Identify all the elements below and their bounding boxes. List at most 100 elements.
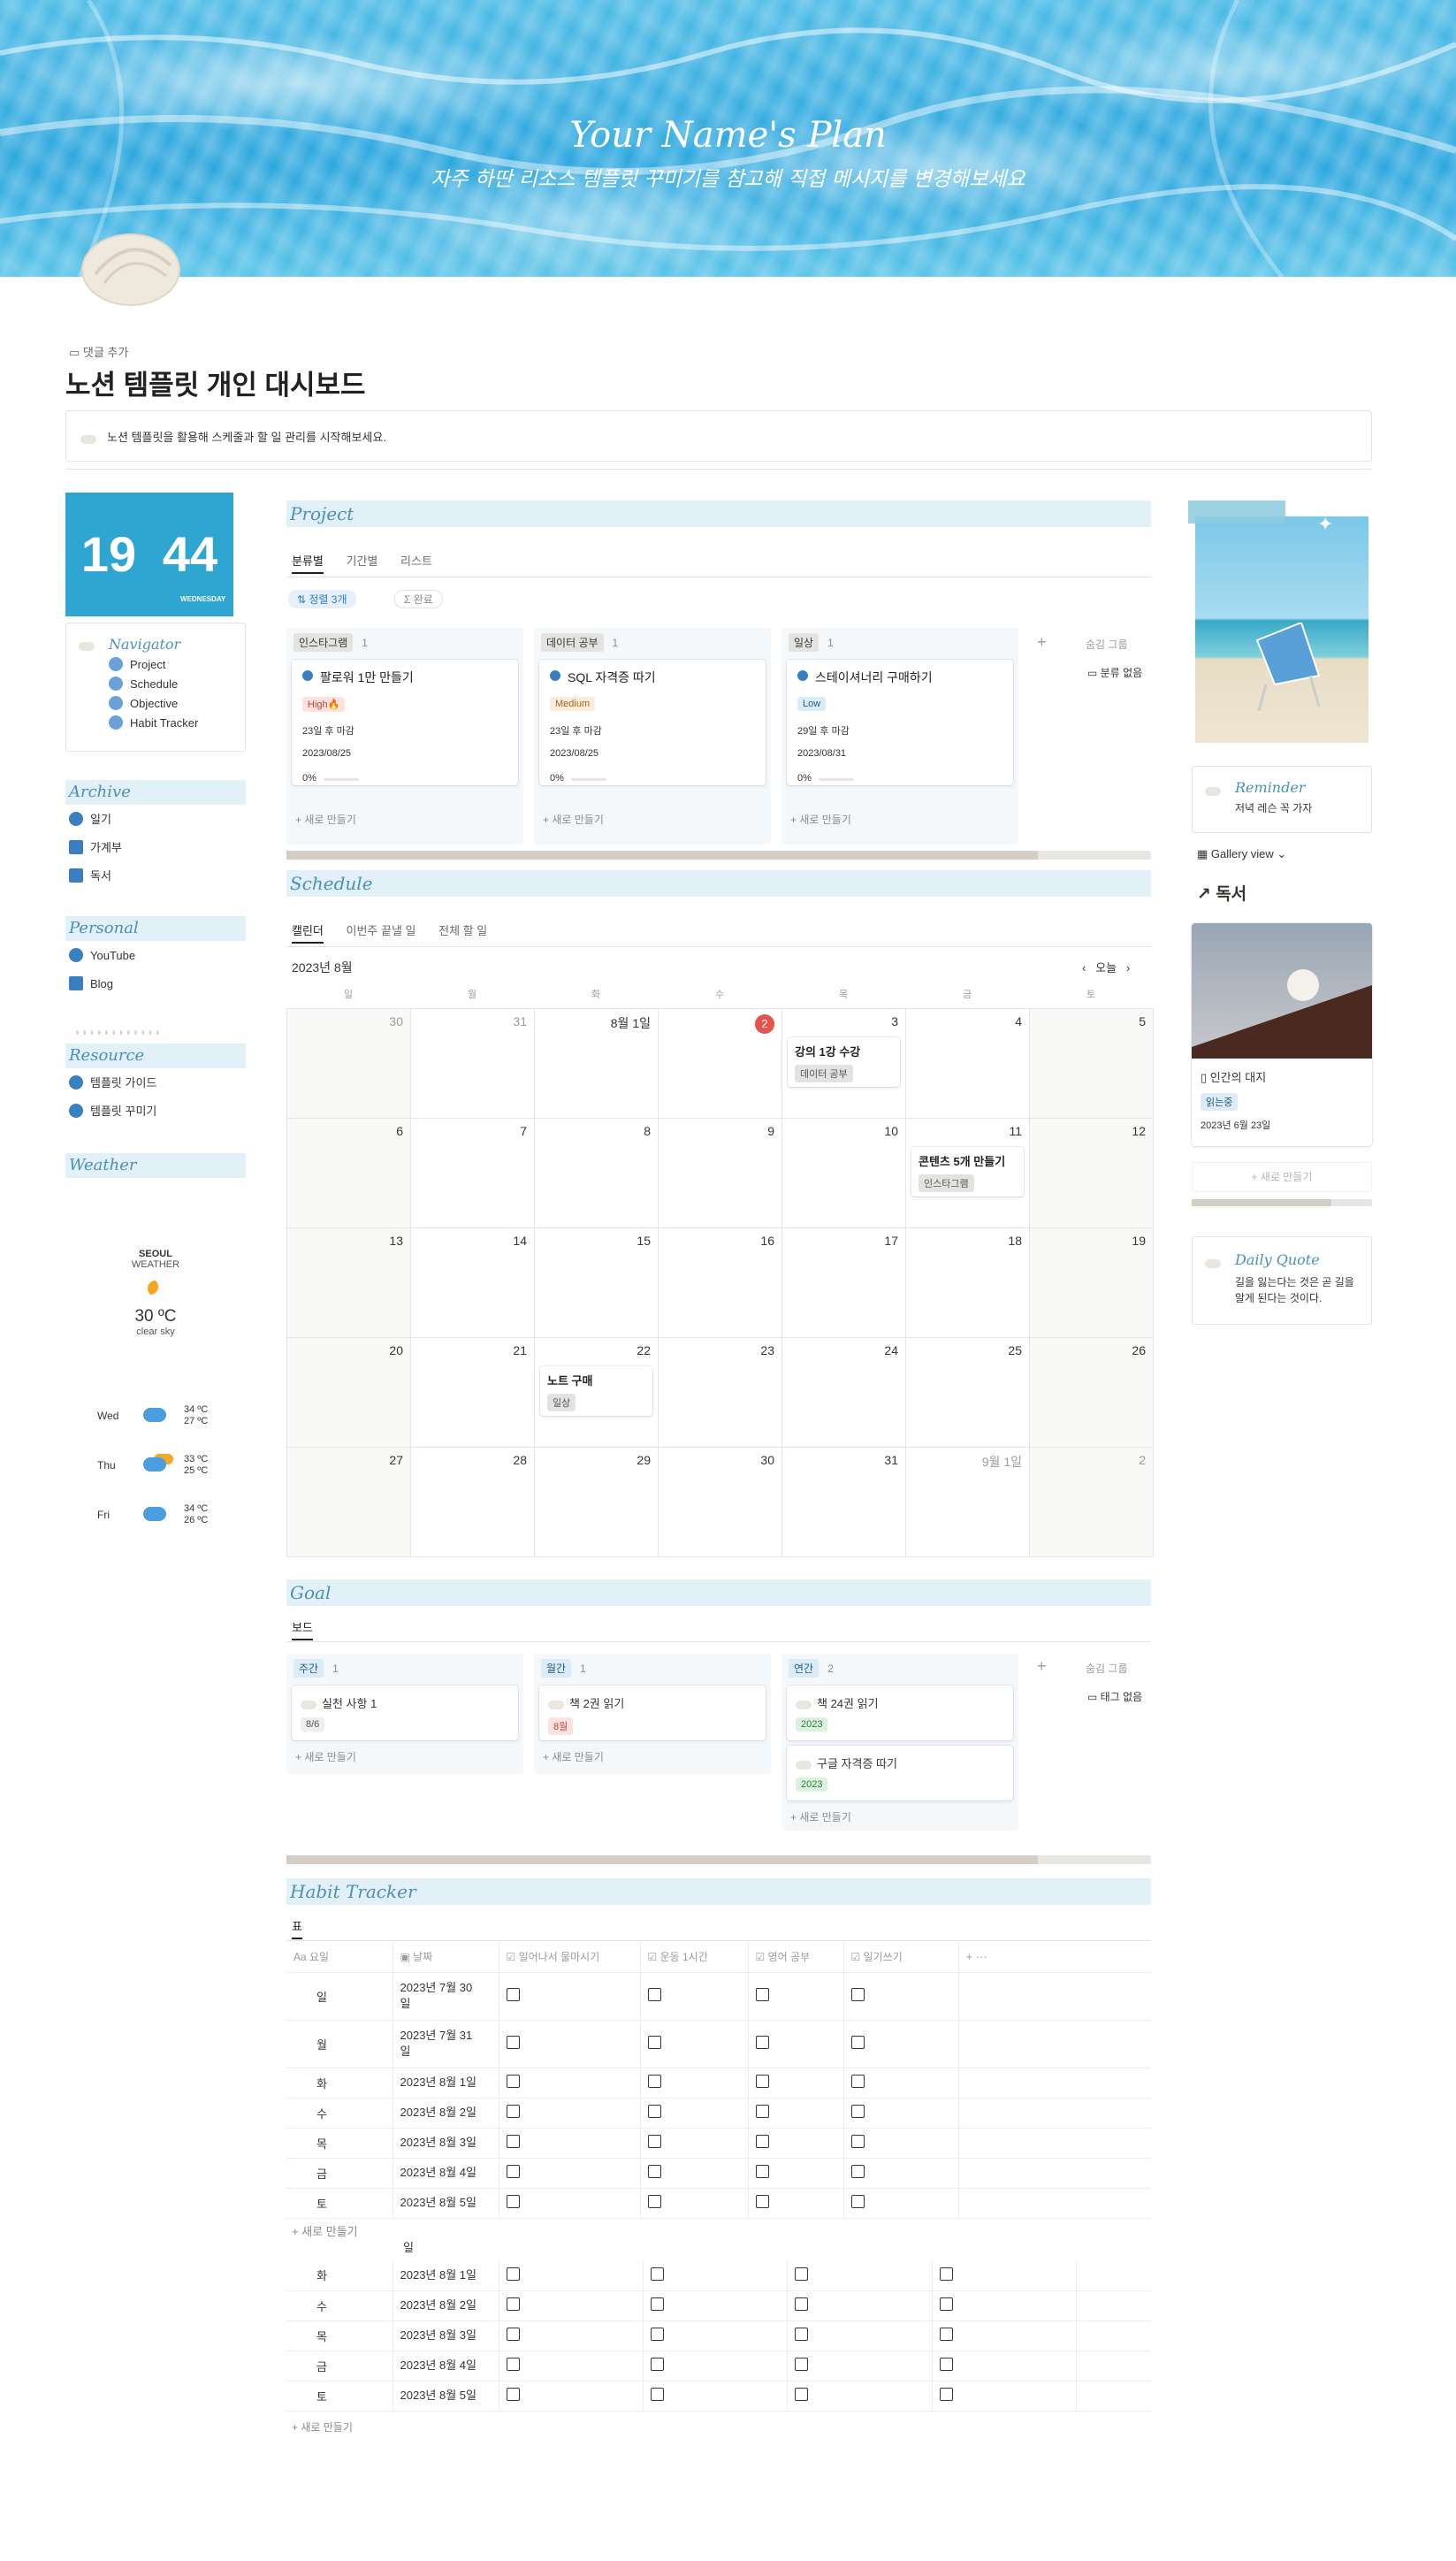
nav-habit-tracker[interactable]: Habit Tracker: [109, 714, 198, 733]
calendar-day[interactable]: 31: [781, 1447, 906, 1557]
checkbox-cell[interactable]: [787, 2260, 933, 2291]
checkbox-cell[interactable]: [499, 2381, 644, 2412]
calendar-day[interactable]: 2: [658, 1008, 782, 1119]
checkbox[interactable]: [755, 2036, 769, 2049]
calendar-day[interactable]: 30: [658, 1447, 782, 1557]
checkbox[interactable]: [939, 2297, 953, 2311]
tab-all-tasks[interactable]: 전체 할 일: [438, 924, 487, 937]
checkbox[interactable]: [650, 2358, 664, 2371]
checkbox[interactable]: [647, 2165, 661, 2178]
new-card-button[interactable]: + 새로 만들기: [790, 1809, 851, 1824]
checkbox[interactable]: [755, 2105, 769, 2118]
checkbox[interactable]: [647, 1988, 661, 2001]
nav-project[interactable]: Project: [109, 655, 165, 675]
checkbox-cell[interactable]: [640, 1972, 749, 2021]
checkbox[interactable]: [755, 2195, 769, 2208]
checkbox-cell[interactable]: [499, 2290, 644, 2321]
checkbox[interactable]: [755, 1988, 769, 2001]
checkbox[interactable]: [647, 2105, 661, 2118]
checkbox[interactable]: [939, 2358, 953, 2371]
calendar-day[interactable]: 14: [410, 1227, 535, 1338]
weekday-cell[interactable]: 수: [286, 2290, 393, 2321]
nav-schedule[interactable]: Schedule: [109, 675, 178, 694]
calendar-day[interactable]: 13: [286, 1227, 411, 1338]
new-card-button[interactable]: + 새로 만들기: [295, 1749, 356, 1764]
checkbox[interactable]: [850, 2105, 865, 2118]
tab-calendar[interactable]: 캘린더: [292, 924, 324, 944]
calendar-day[interactable]: 20: [286, 1337, 411, 1448]
goal-card[interactable]: 책 24권 읽기 2023: [787, 1686, 1013, 1740]
gallery-new-button[interactable]: + 새로 만들기: [1192, 1162, 1372, 1192]
checkbox[interactable]: [506, 2075, 520, 2088]
horizontal-scrollbar[interactable]: [286, 1855, 1151, 1864]
checkbox[interactable]: [850, 2195, 865, 2208]
project-card[interactable]: 팔로워 1만 만들기 High🔥 23일 후 마감 2023/08/25 0%: [292, 660, 518, 785]
checkbox-cell[interactable]: [787, 2290, 933, 2321]
checkbox[interactable]: [647, 2195, 661, 2208]
checkbox[interactable]: [939, 2388, 953, 2401]
calendar-day[interactable]: 4: [905, 1008, 1030, 1119]
checkbox-cell[interactable]: [843, 2188, 959, 2219]
date-cell[interactable]: 2023년 8월 2일: [393, 2098, 499, 2129]
calendar-day[interactable]: 15: [534, 1227, 659, 1338]
checkbox[interactable]: [506, 2135, 520, 2148]
add-group-button[interactable]: +: [1037, 633, 1047, 652]
weekday-cell[interactable]: 일: [286, 1972, 393, 2021]
checkbox-cell[interactable]: [748, 2128, 844, 2159]
next-month-button[interactable]: ›: [1126, 961, 1130, 975]
project-card[interactable]: 스테이셔너리 구매하기 Low 29일 후 마감 2023/08/31 0%: [787, 660, 1013, 785]
weekday-cell[interactable]: 화: [286, 2260, 393, 2291]
calendar-day[interactable]: 18: [905, 1227, 1030, 1338]
column-header[interactable]: ☑ 일어나서 물마시기: [499, 1942, 641, 1973]
checkbox-cell[interactable]: [640, 2128, 749, 2159]
checkbox-cell[interactable]: [499, 2158, 641, 2189]
sort-button[interactable]: ⇅ 정렬 3개: [288, 590, 356, 608]
checkbox[interactable]: [647, 2036, 661, 2049]
calendar-day[interactable]: 2: [1029, 1447, 1154, 1557]
checkbox[interactable]: [850, 2165, 865, 2178]
checkbox-cell[interactable]: [643, 2351, 789, 2381]
column-header[interactable]: ☑ 영어 공부: [748, 1942, 844, 1973]
date-cell[interactable]: 2023년 8월 4일: [393, 2158, 499, 2189]
calendar-day[interactable]: 6: [286, 1118, 411, 1228]
calendar-day[interactable]: 23: [658, 1337, 782, 1448]
weekday-cell[interactable]: 금: [286, 2158, 393, 2189]
checkbox-cell[interactable]: [499, 2020, 641, 2068]
goal-card[interactable]: 책 2권 읽기 8월: [539, 1686, 766, 1740]
column-header[interactable]: ▣ 날짜: [393, 1942, 499, 1973]
checkbox[interactable]: [795, 2388, 809, 2401]
weekday-cell[interactable]: 목: [286, 2128, 393, 2159]
personal-youtube[interactable]: YouTube: [69, 946, 135, 966]
checkbox[interactable]: [506, 2358, 520, 2371]
date-cell[interactable]: 2023년 8월 2일: [393, 2290, 499, 2321]
calendar-day[interactable]: 10: [781, 1118, 906, 1228]
checkbox-cell[interactable]: [787, 2320, 933, 2351]
tab-table[interactable]: 표: [292, 1920, 302, 1939]
checkbox-cell[interactable]: [748, 2020, 844, 2068]
goal-card[interactable]: 실천 사항 1 8/6: [292, 1686, 518, 1740]
checkbox-cell[interactable]: [643, 2381, 789, 2412]
checkbox-cell[interactable]: [499, 2068, 641, 2098]
project-card[interactable]: SQL 자격증 따기 Medium 23일 후 마감 2023/08/25 0%: [539, 660, 766, 785]
checkbox[interactable]: [850, 1988, 865, 2001]
tab-by-category[interactable]: 분류별: [292, 554, 324, 574]
date-cell[interactable]: 2023년 7월 31 일: [393, 2020, 499, 2068]
gallery-card[interactable]: ▯ 인간의 대지 읽는중 2023년 6월 23일: [1192, 923, 1372, 1146]
calendar-day[interactable]: 29: [534, 1447, 659, 1557]
add-comment-button[interactable]: ▭ 댓글 추가: [69, 343, 128, 360]
checkbox[interactable]: [647, 2075, 661, 2088]
checkbox-cell[interactable]: [748, 2098, 844, 2129]
date-cell[interactable]: 2023년 8월 5일: [393, 2188, 499, 2219]
date-cell[interactable]: 2023년 8월 3일: [393, 2320, 499, 2351]
checkbox-cell[interactable]: [748, 2068, 844, 2098]
checkbox-cell[interactable]: [843, 1972, 959, 2021]
gallery-heading[interactable]: ↗ 독서: [1197, 881, 1246, 905]
calendar-day[interactable]: 19: [1029, 1227, 1154, 1338]
calendar-day[interactable]: 8월 1일: [534, 1008, 659, 1119]
weekday-cell[interactable]: 토: [286, 2381, 393, 2412]
calendar-day[interactable]: 9: [658, 1118, 782, 1228]
column-header[interactable]: ☑ 일기쓰기: [843, 1942, 959, 1973]
checkbox[interactable]: [506, 2036, 520, 2049]
checkbox[interactable]: [650, 2297, 664, 2311]
calendar-day[interactable]: 5: [1029, 1008, 1154, 1119]
